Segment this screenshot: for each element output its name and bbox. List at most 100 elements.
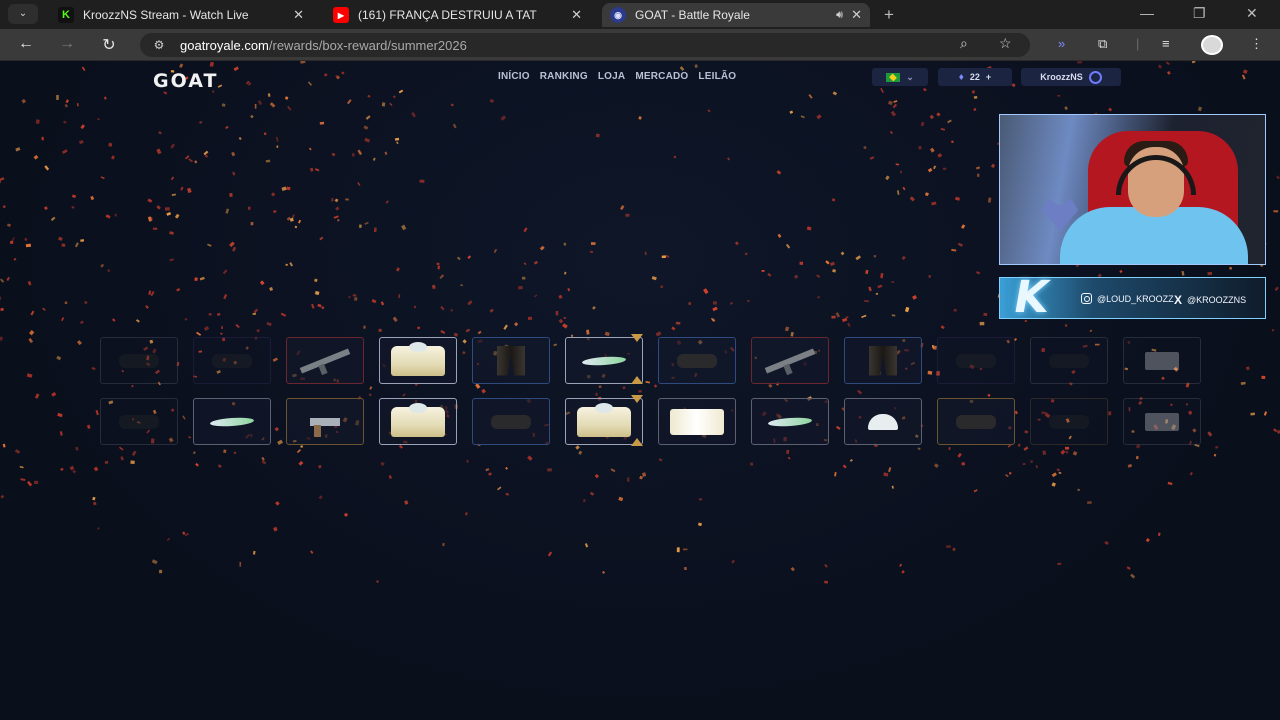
reel-item-box xyxy=(1123,398,1201,445)
dark-icon xyxy=(1049,353,1089,368)
x-icon: X xyxy=(1174,293,1183,307)
reel-item-pants xyxy=(844,337,922,384)
back-arrow-icon[interactable]: ← xyxy=(15,35,37,53)
tab-title: (161) FRANÇA DESTRUIU A TAT xyxy=(358,8,537,22)
site-settings-icon[interactable]: ⚙ xyxy=(146,38,172,52)
kick-icon: K xyxy=(58,7,74,23)
tab-title: GOAT - Battle Royale xyxy=(635,8,750,22)
kroozz-k-logo: K xyxy=(1009,272,1053,323)
dark-icon xyxy=(956,353,996,368)
speaker-icon[interactable]: 🔊︎ xyxy=(836,9,843,22)
reel-item-shoes xyxy=(751,398,829,445)
add-currency-button[interactable]: + xyxy=(986,72,991,82)
gem-icon: ♦ xyxy=(958,71,964,83)
shoes-icon xyxy=(581,354,627,367)
dark-icon xyxy=(956,414,996,429)
nav-inicio[interactable]: INÍCIO xyxy=(498,71,530,82)
reel-item-dark xyxy=(100,337,178,384)
extension-icon[interactable]: » xyxy=(1058,36,1065,51)
reel-1-bottom-marker xyxy=(631,376,643,384)
box-icon xyxy=(1145,412,1179,431)
reel-item-dark xyxy=(658,337,736,384)
dark-icon xyxy=(491,414,531,429)
pistol-icon xyxy=(310,417,340,437)
reel-item-shoes xyxy=(193,398,271,445)
reel-item-shorts xyxy=(658,398,736,445)
tab-goat[interactable]: ◉ GOAT - Battle Royale 🔊︎ ✕ xyxy=(602,3,870,27)
dark-icon xyxy=(119,414,159,429)
menu-kebab-icon[interactable]: ⋮ xyxy=(1250,36,1263,52)
instagram-handle: @LOUD_KROOZZ xyxy=(1081,293,1174,304)
media-control-icon[interactable]: ≡ xyxy=(1162,36,1170,51)
reel-item-dark xyxy=(937,398,1015,445)
zoom-icon[interactable]: ⌕ xyxy=(960,35,968,52)
reel-item-dark xyxy=(100,398,178,445)
shirt-icon xyxy=(577,402,631,437)
dark-icon xyxy=(1049,414,1089,429)
username: KroozzNS xyxy=(1040,72,1083,82)
reel-2-bottom-marker xyxy=(631,438,643,446)
currency-balance[interactable]: ♦ 22 + xyxy=(938,68,1012,86)
brazil-flag-icon xyxy=(886,72,901,82)
streamer-webcam xyxy=(999,114,1266,265)
reel-1-top-marker xyxy=(631,334,643,342)
shoes-icon xyxy=(209,415,255,428)
reel-item-pistol xyxy=(286,398,364,445)
instagram-icon xyxy=(1081,293,1092,304)
goat-icon: ◉ xyxy=(610,7,626,23)
forward-arrow-icon[interactable]: → xyxy=(56,35,78,53)
reel-2-top-marker xyxy=(631,395,643,403)
account-button[interactable]: KroozzNS xyxy=(1021,68,1121,86)
pants-icon xyxy=(869,345,897,376)
nav-loja[interactable]: LOJA xyxy=(598,71,625,82)
currency-amount: 22 xyxy=(969,72,980,82)
chevron-down-icon: ⌄ xyxy=(906,71,914,82)
shoes-icon xyxy=(767,415,813,428)
window-close-icon[interactable]: ✕ xyxy=(1246,5,1258,22)
tab-search-button[interactable]: ⌄ xyxy=(8,4,38,24)
hat-icon xyxy=(868,413,898,430)
restore-icon[interactable]: ❐ xyxy=(1193,5,1206,22)
reel-item-hat xyxy=(844,398,922,445)
reel-item-gun xyxy=(286,337,364,384)
box-icon xyxy=(1145,351,1179,370)
reel-item-box xyxy=(1123,337,1201,384)
extensions-puzzle-icon[interactable]: ⧉ xyxy=(1098,36,1107,52)
reel-item-gun xyxy=(751,337,829,384)
url-text: goatroyale.com/rewards/box-reward/summer… xyxy=(180,37,467,53)
nav-mercado[interactable]: MERCADO xyxy=(635,71,688,82)
dark-icon xyxy=(119,353,159,368)
pants-icon xyxy=(497,345,525,376)
bookmark-star-icon[interactable]: ☆ xyxy=(999,35,1012,52)
account-icon xyxy=(1088,70,1102,84)
reel-item-dark xyxy=(1030,337,1108,384)
new-tab-plus-icon[interactable]: + xyxy=(884,5,894,25)
browser-toolbar: ← → ↻ ⚙ goatroyale.com/rewards/box-rewar… xyxy=(0,29,1280,61)
nav-ranking[interactable]: RANKING xyxy=(540,71,588,82)
reel-item-pants xyxy=(472,337,550,384)
close-icon[interactable]: ✕ xyxy=(851,7,862,23)
dark-icon xyxy=(677,353,717,368)
tab-youtube[interactable]: ▶ (161) FRANÇA DESTRUIU A TAT ✕ xyxy=(325,3,590,27)
gun-icon xyxy=(764,347,816,374)
reel-item-dark xyxy=(1030,398,1108,445)
address-bar[interactable]: ⚙ goatroyale.com/rewards/box-reward/summ… xyxy=(140,33,1030,57)
close-icon[interactable]: ✕ xyxy=(571,7,582,23)
streamer-social-banner: K @LOUD_KROOZZ X @KROOZZNS xyxy=(999,272,1266,323)
reel-item-shirt xyxy=(379,398,457,445)
shirt-icon xyxy=(391,402,445,437)
toolbar-divider: | xyxy=(1136,36,1140,51)
minimize-icon[interactable]: — xyxy=(1140,5,1154,21)
tab-kick-stream[interactable]: K KroozzNS Stream - Watch Live ✕ xyxy=(50,3,312,27)
language-selector[interactable]: ⌄ xyxy=(872,68,928,86)
reward-reel-1 xyxy=(100,337,1280,385)
nav-leilao[interactable]: LEILÃO xyxy=(698,71,736,82)
reload-icon[interactable]: ↻ xyxy=(98,35,120,55)
close-icon[interactable]: ✕ xyxy=(293,7,304,23)
dark-icon xyxy=(212,353,252,368)
shirt-icon xyxy=(391,341,445,376)
main-nav: INÍCIO RANKING LOJA MERCADO LEILÃO xyxy=(498,71,736,82)
goat-logo[interactable]: GOAT xyxy=(153,70,218,92)
tab-title: KroozzNS Stream - Watch Live xyxy=(83,8,249,22)
profile-avatar[interactable] xyxy=(1201,35,1223,55)
